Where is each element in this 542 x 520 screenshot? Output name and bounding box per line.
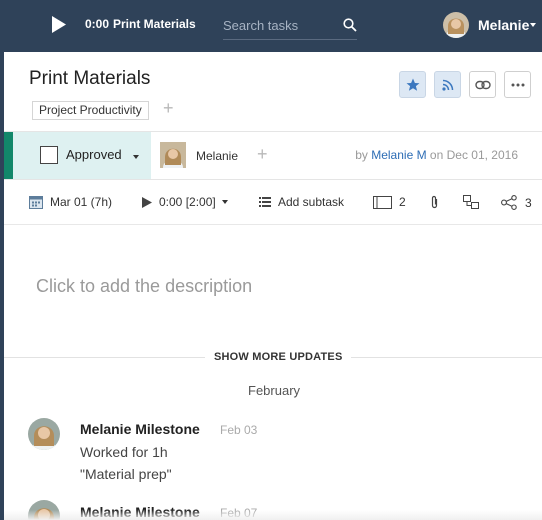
- calendar-icon: [29, 196, 43, 209]
- assignee-name[interactable]: Melanie: [196, 149, 238, 163]
- avatar: [28, 418, 60, 450]
- dependency-icon: [463, 195, 479, 209]
- search-input[interactable]: [223, 16, 335, 34]
- favorite-button[interactable]: [399, 71, 426, 98]
- date-label: Mar 01 (7h): [50, 195, 113, 209]
- time-tracker-button[interactable]: 0:00 [2:00]: [142, 195, 228, 209]
- assignee-avatar[interactable]: [160, 142, 186, 168]
- search-icon[interactable]: [343, 18, 357, 32]
- link-icon: [474, 80, 491, 89]
- month-header: February: [248, 383, 301, 398]
- add-subtask-label: Add subtask: [278, 195, 345, 209]
- chevron-down-icon[interactable]: [221, 200, 228, 204]
- status-row: Approved Melanie + by Melanie M on Dec 0…: [4, 131, 542, 180]
- time-label: 0:00 [2:00]: [159, 195, 216, 209]
- chevron-down-icon[interactable]: [530, 23, 536, 27]
- play-icon[interactable]: [52, 16, 66, 33]
- task-panel: Print Materials Project Productivity + A…: [4, 52, 542, 520]
- add-subtask-button[interactable]: Add subtask: [259, 195, 344, 209]
- more-options-button[interactable]: [504, 71, 531, 98]
- chevron-down-icon[interactable]: [133, 155, 139, 159]
- copy-link-button[interactable]: [469, 71, 496, 98]
- rss-icon: [441, 79, 453, 91]
- complete-checkbox[interactable]: [40, 146, 58, 164]
- created-info: by Melanie M on Dec 01, 2016: [355, 148, 518, 162]
- created-date: on Dec 01, 2016: [429, 148, 518, 162]
- update-text: "Material prep": [80, 466, 172, 482]
- project-tag[interactable]: Project Productivity: [32, 101, 149, 120]
- task-title[interactable]: Print Materials: [29, 68, 150, 90]
- notes-count: 2: [399, 195, 406, 209]
- date-button[interactable]: Mar 01 (7h): [29, 195, 112, 209]
- active-task-name[interactable]: Print Materials: [113, 17, 196, 31]
- user-name[interactable]: Melanie: [478, 17, 529, 33]
- task-meta-row: Mar 01 (7h) 0:00 [2:00] Add subtask 2 3: [4, 180, 542, 225]
- update-text: Worked for 1h: [80, 444, 168, 460]
- add-project-icon[interactable]: +: [163, 99, 174, 117]
- subtask-list-icon: [259, 197, 271, 207]
- status-color-stripe: [4, 132, 13, 179]
- scroll-fade: [4, 510, 542, 520]
- attach-button[interactable]: [430, 195, 446, 209]
- search-box[interactable]: [223, 10, 357, 40]
- update-date: Feb 03: [220, 423, 258, 437]
- timer-value: 0:00: [85, 17, 110, 31]
- notes-button[interactable]: 2: [373, 195, 406, 209]
- more-icon: [511, 83, 524, 86]
- share-icon: [501, 195, 517, 210]
- description-placeholder[interactable]: Click to add the description: [36, 276, 252, 297]
- top-bar: 0:00 Print Materials Melanie: [0, 0, 542, 52]
- status-label: Approved: [66, 147, 122, 162]
- user-avatar[interactable]: [443, 12, 469, 38]
- show-more-updates-button[interactable]: SHOW MORE UPDATES: [205, 351, 352, 363]
- play-small-icon: [142, 196, 152, 208]
- add-assignee-icon[interactable]: +: [257, 145, 268, 163]
- created-by-prefix: by: [355, 148, 368, 162]
- share-count: 3: [525, 195, 532, 210]
- update-author[interactable]: Melanie Milestone: [80, 421, 200, 437]
- notes-icon: [373, 195, 392, 209]
- creator-link[interactable]: Melanie M: [371, 148, 426, 162]
- star-icon: [406, 78, 419, 91]
- status-dropdown[interactable]: Approved: [13, 132, 151, 179]
- share-button[interactable]: 3: [501, 195, 532, 210]
- dependencies-button[interactable]: [463, 195, 486, 209]
- subscribe-button[interactable]: [434, 71, 461, 98]
- paperclip-icon: [431, 195, 438, 209]
